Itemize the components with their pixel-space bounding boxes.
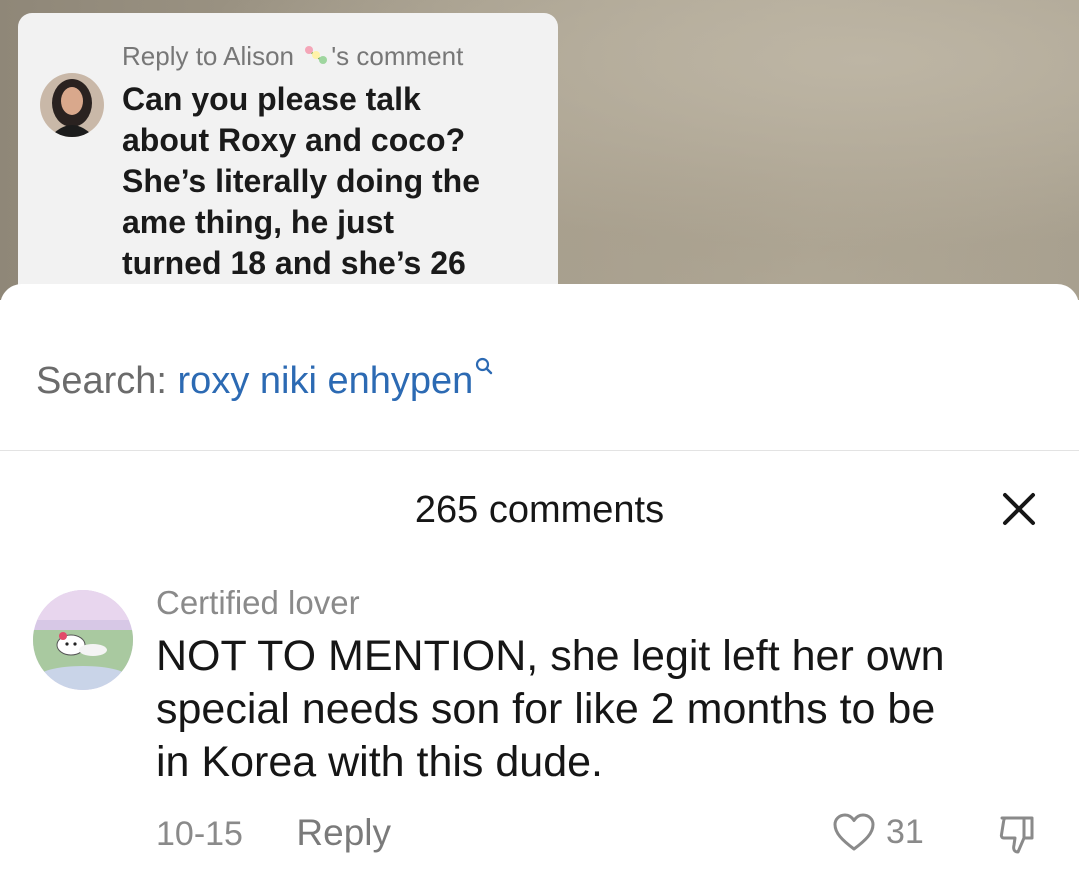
divider (0, 450, 1079, 451)
comments-count-title: 265 comments (414, 489, 665, 531)
comment-text-line: special needs son for like 2 months to b… (156, 685, 936, 733)
reply-button[interactable]: Reply (296, 812, 391, 853)
like-button[interactable]: 31 (832, 812, 924, 852)
flower-emoji-icon (303, 43, 329, 74)
reply-to-comment-card: Reply to Alison 's comment Can you pleas… (18, 13, 558, 313)
close-button[interactable] (994, 484, 1044, 534)
dislike-button[interactable] (996, 812, 1044, 860)
comments-sheet: Search: roxy niki enhypen 265 comments C… (0, 284, 1079, 882)
heart-icon (833, 813, 875, 851)
reply-text-line: Can you please talk (122, 81, 421, 117)
comment-text-line: NOT TO MENTION, she legit left her own (156, 632, 945, 680)
reply-text-line: turned 18 and she’s 26 (122, 245, 466, 281)
search-icon (475, 342, 493, 385)
search-suggestion[interactable]: Search: roxy niki enhypen (36, 342, 493, 403)
reply-avatar (40, 73, 104, 137)
reply-text-line: ame thing, he just (122, 204, 395, 240)
search-term-link[interactable]: roxy niki enhypen (178, 360, 474, 402)
reply-header-prefix: Reply to Alison (122, 41, 294, 71)
comment-date: 10-15 (156, 815, 243, 853)
reply-text-line: She’s literally doing the (122, 163, 480, 199)
comment-item: Certified lover NOT TO MENTION, she legi… (0, 584, 1079, 874)
search-prefix: Search: (36, 360, 167, 402)
reply-quoted-text: Can you please talk about Roxy and coco?… (122, 79, 542, 284)
reply-text-line: about Roxy and coco? (122, 122, 466, 158)
avatar[interactable] (33, 590, 133, 690)
close-icon (1003, 493, 1035, 525)
comment-text-line: in Korea with this dude. (156, 738, 603, 786)
thumbs-down-icon (999, 816, 1034, 854)
reply-header: Reply to Alison 's comment (122, 41, 463, 74)
comment-meta: 10-15 Reply (156, 812, 391, 854)
reply-header-suffix: 's comment (331, 41, 464, 71)
like-count: 31 (886, 812, 924, 851)
comment-text: NOT TO MENTION, she legit left her own s… (156, 630, 1056, 789)
comment-username[interactable]: Certified lover (156, 584, 360, 622)
